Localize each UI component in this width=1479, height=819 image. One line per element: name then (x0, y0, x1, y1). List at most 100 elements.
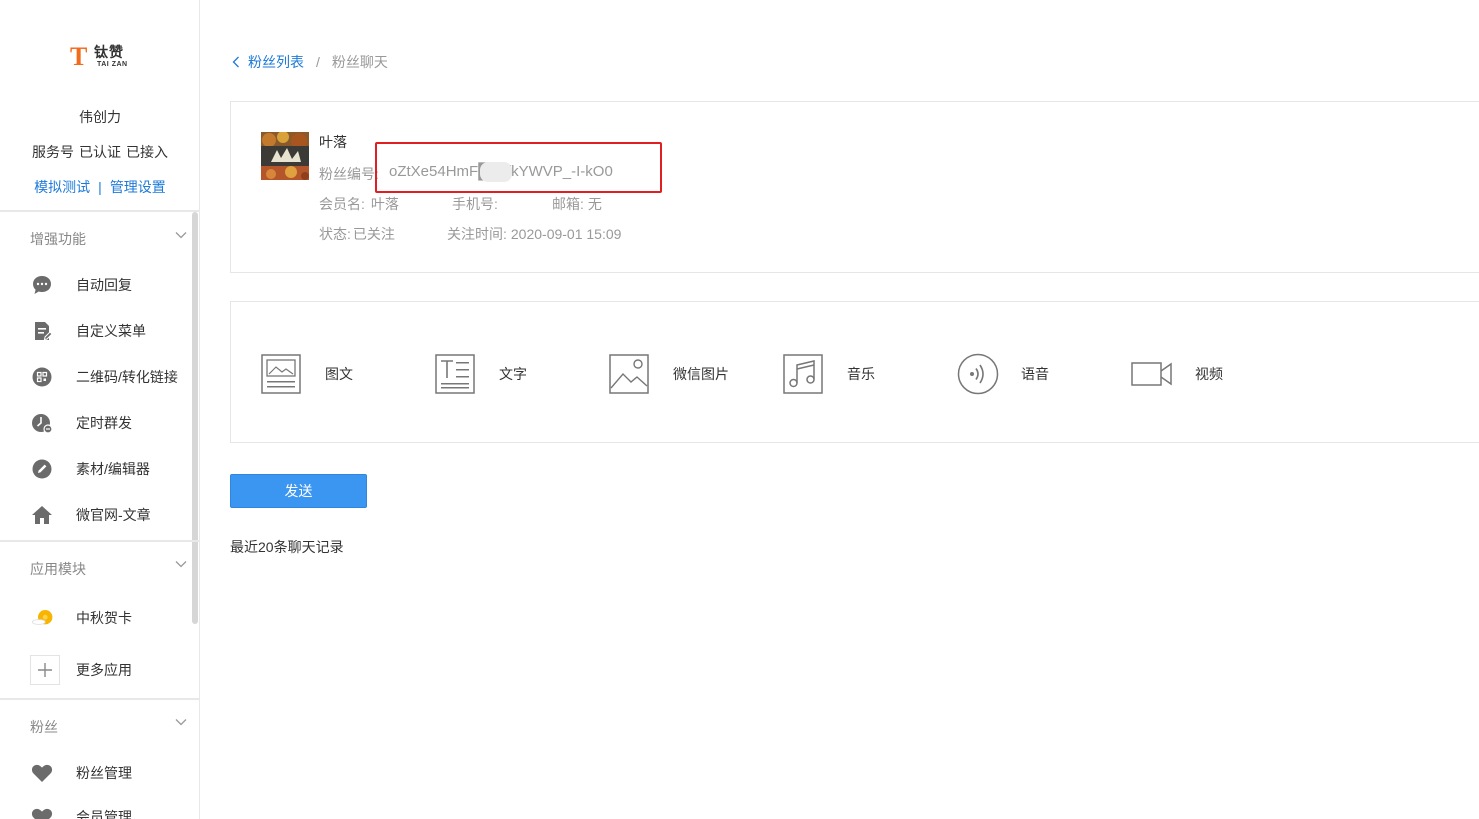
fan-id-label: 粉丝编号: (319, 166, 379, 182)
section-title-fans[interactable]: 粉丝 (30, 717, 58, 737)
breadcrumb-current: 粉丝聊天 (331, 54, 388, 70)
heart-icon (30, 805, 54, 819)
send-button[interactable]: 发送 (230, 474, 367, 508)
chevron-left-icon (232, 56, 239, 68)
sidebar-item-scheduled-broadcast[interactable]: 定时群发 (30, 408, 190, 438)
clock-icon (30, 411, 54, 435)
sidebar-item-label: 更多应用 (76, 662, 132, 678)
msg-type-label: 微信图片 (673, 366, 729, 382)
qrcode-icon (30, 365, 54, 389)
msg-type-video[interactable]: 视频 (1131, 354, 1223, 394)
moon-cake-icon (30, 606, 54, 630)
link-separator: | (98, 179, 102, 195)
fan-status-row: 状态: 已关注 (319, 224, 395, 244)
sidebar-item-label: 二维码/转化链接 (76, 369, 178, 385)
sidebar-item-custom-menu[interactable]: 自定义菜单 (30, 316, 190, 346)
follow-value: 2020-09-01 15:09 (510, 226, 622, 242)
sidebar-item-label: 微官网-文章 (76, 507, 151, 523)
home-icon (30, 503, 54, 527)
chevron-down-icon[interactable] (175, 716, 187, 728)
breadcrumb-back-link[interactable]: 粉丝列表 (232, 52, 304, 72)
fan-follow-row: 关注时间: 2020-09-01 15:09 (447, 224, 621, 244)
account-connected: 已接入 (126, 144, 168, 160)
message-type-card: 图文 文字 微信图片 音乐 语音 视频 (230, 301, 1479, 443)
chevron-down-icon[interactable] (175, 558, 187, 570)
breadcrumb-separator: / (316, 54, 320, 70)
account-name: 伟创力 (79, 109, 121, 125)
sidebar-item-member-management[interactable]: 会员管理 (30, 802, 190, 819)
image-icon (609, 354, 649, 394)
msg-type-voice[interactable]: 语音 (957, 353, 1049, 395)
logo: T 钛赞 TAI ZAN (70, 44, 130, 70)
menu-edit-icon (30, 319, 54, 343)
sidebar-item-label: 会员管理 (76, 809, 132, 819)
msg-type-label: 语音 (1021, 366, 1049, 382)
sidebar-item-material-editor[interactable]: 素材/编辑器 (30, 454, 190, 484)
news-icon (261, 354, 301, 394)
account-links: 模拟测试 | 管理设置 (0, 177, 199, 197)
status-label: 状态: (319, 226, 351, 242)
logo-name-cn: 钛赞 (94, 44, 124, 60)
chat-history-title: 最近20条聊天记录 (230, 539, 344, 555)
voice-icon (957, 353, 999, 395)
music-icon (783, 354, 823, 394)
avatar (261, 132, 309, 180)
pencil-icon (30, 457, 54, 481)
phone-label: 手机号: (452, 196, 498, 212)
fan-info-card: 叶落 粉丝编号: oZtXe54HmF██kfkYWVP_-I-kO0 会员名:… (230, 101, 1479, 273)
fan-member-row: 会员名: 叶落 (319, 194, 399, 214)
account-verified: 已认证 (79, 144, 121, 160)
sidebar-item-fan-management[interactable]: 粉丝管理 (30, 758, 190, 788)
breadcrumb: 粉丝列表 / 粉丝聊天 (232, 52, 388, 72)
account-type: 服务号 (32, 144, 74, 160)
fan-id-row: 粉丝编号: (319, 164, 379, 184)
account-status: 服务号 已认证 已接入 (0, 142, 199, 162)
sidebar-item-qrcode[interactable]: 二维码/转化链接 (30, 362, 190, 392)
msg-type-label: 文字 (499, 366, 527, 382)
manage-settings-link[interactable]: 管理设置 (110, 179, 166, 195)
sidebar-item-label: 定时群发 (76, 415, 132, 431)
email-label: 邮箱: (552, 196, 584, 212)
status-value: 已关注 (352, 226, 395, 242)
msg-type-news[interactable]: 图文 (261, 354, 353, 394)
sidebar: T 钛赞 TAI ZAN 伟创力 服务号 已认证 已接入 模拟测试 | 管理设置 增强功… (0, 0, 200, 819)
heart-icon (30, 761, 54, 785)
sidebar-item-auto-reply[interactable]: 自动回复 (30, 270, 190, 300)
email-value: 无 (587, 196, 602, 212)
fan-email-row: 邮箱: 无 (552, 194, 602, 214)
fan-name: 叶落 (319, 134, 347, 150)
breadcrumb-parent[interactable]: 粉丝列表 (248, 52, 304, 72)
text-icon (435, 354, 475, 394)
section-title-enhanced[interactable]: 增强功能 (30, 229, 86, 249)
sidebar-item-label: 自定义菜单 (76, 323, 146, 339)
logo-name-en: TAI ZAN (97, 61, 128, 68)
plus-icon (30, 655, 60, 685)
highlight-annotation-box (375, 142, 662, 193)
sidebar-divider (0, 540, 199, 542)
msg-type-label: 图文 (325, 366, 353, 382)
member-value: 叶落 (370, 196, 399, 212)
sidebar-item-more-apps[interactable]: 更多应用 (30, 655, 190, 685)
chat-bubble-icon (30, 273, 54, 297)
member-label: 会员名: (319, 196, 365, 212)
logo-mark: T (70, 42, 88, 71)
simulate-test-link[interactable]: 模拟测试 (34, 179, 90, 195)
msg-type-label: 音乐 (847, 366, 875, 382)
msg-type-label: 视频 (1195, 366, 1223, 382)
sidebar-item-micro-site[interactable]: 微官网-文章 (30, 500, 190, 530)
sidebar-item-label: 自动回复 (76, 277, 132, 293)
fan-phone-row: 手机号: (452, 194, 498, 214)
section-title-apps[interactable]: 应用模块 (30, 559, 86, 579)
sidebar-item-label: 素材/编辑器 (76, 461, 150, 477)
msg-type-text[interactable]: 文字 (435, 354, 527, 394)
sidebar-item-label: 粉丝管理 (76, 765, 132, 781)
sidebar-scrollbar[interactable] (192, 212, 198, 624)
follow-label: 关注时间: (447, 226, 507, 242)
msg-type-music[interactable]: 音乐 (783, 354, 875, 394)
chevron-down-icon[interactable] (175, 229, 187, 241)
sidebar-item-mid-autumn-card[interactable]: 中秋贺卡 (30, 603, 190, 633)
sidebar-divider (0, 210, 199, 212)
msg-type-image[interactable]: 微信图片 (609, 354, 729, 394)
sidebar-divider (0, 698, 199, 700)
video-icon (1131, 362, 1172, 386)
